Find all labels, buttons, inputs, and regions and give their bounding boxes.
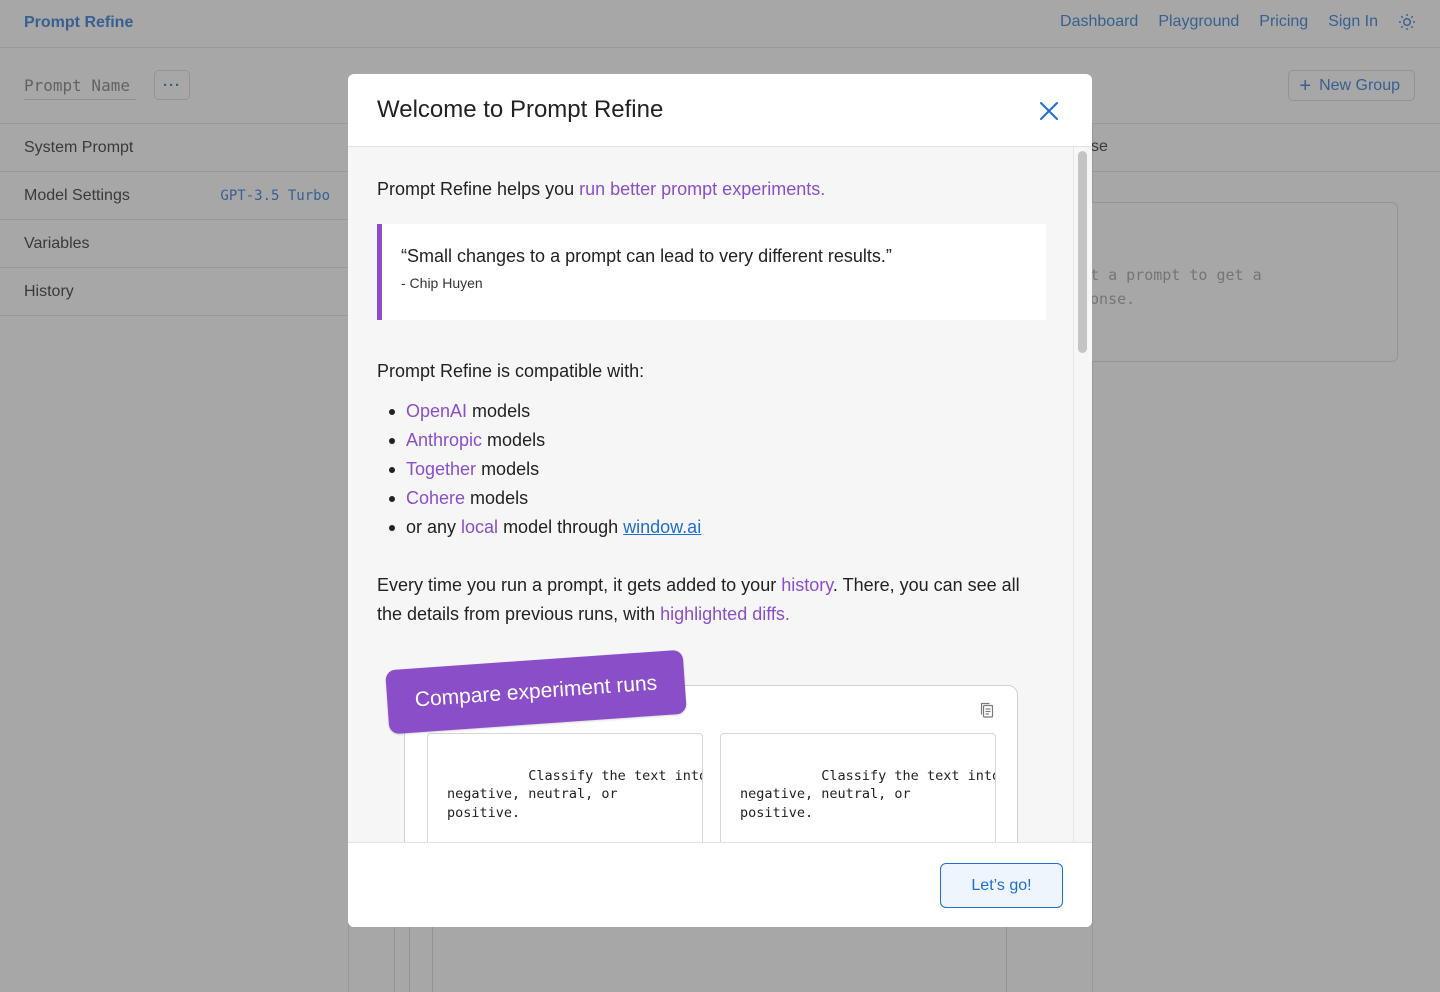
- modal-scrollbar[interactable]: [1073, 147, 1092, 842]
- provider-together[interactable]: Together: [406, 459, 476, 479]
- modal-body[interactable]: Prompt Refine helps you run better promp…: [348, 147, 1092, 842]
- close-button[interactable]: [1036, 98, 1062, 124]
- diff-panel-left: Classify the text into negative, neutral…: [427, 733, 703, 842]
- list-item: Cohere models: [377, 484, 701, 513]
- local-highlight[interactable]: local: [461, 517, 498, 537]
- diff-code-right: Classify the text into negative, neutral…: [740, 767, 995, 843]
- list-item-text: models: [467, 401, 531, 421]
- list-item-text: model through: [498, 517, 624, 537]
- modal-header: Welcome to Prompt Refine: [348, 74, 1092, 147]
- window-ai-link[interactable]: window.ai: [623, 517, 701, 537]
- list-item: Together models: [377, 455, 701, 484]
- compat-heading: Prompt Refine is compatible with:: [377, 361, 645, 381]
- provider-cohere[interactable]: Cohere: [406, 488, 465, 508]
- model-list: OpenAI models Anthropic models Together …: [377, 397, 701, 542]
- quote-text: “Small changes to a prompt can lead to v…: [401, 246, 892, 266]
- provider-openai[interactable]: OpenAI: [406, 401, 467, 421]
- close-icon: [1040, 102, 1058, 120]
- intro-text: Prompt Refine helps you run better promp…: [377, 179, 825, 200]
- history-paragraph: Every time you run a prompt, it gets add…: [377, 571, 1047, 629]
- list-item: OpenAI models: [377, 397, 701, 426]
- intro-prefix: Prompt Refine helps you: [377, 179, 580, 199]
- copy-icon[interactable]: [978, 701, 996, 719]
- modal-title: Welcome to Prompt Refine: [377, 96, 664, 123]
- intro-highlight: run better prompt experiments.: [579, 179, 826, 199]
- history-link[interactable]: history: [781, 575, 833, 595]
- lets-go-button[interactable]: Let’s go!: [940, 863, 1063, 908]
- scrollbar-thumb[interactable]: [1078, 151, 1087, 353]
- list-item-text: or any: [406, 517, 462, 537]
- modal-footer: Let’s go!: [348, 842, 1092, 927]
- history-text: Every time you run a prompt, it gets add…: [377, 575, 782, 595]
- provider-anthropic[interactable]: Anthropic: [406, 430, 482, 450]
- diff-code-left: Classify the text into negative, neutral…: [447, 767, 702, 843]
- quote-block: “Small changes to a prompt can lead to v…: [377, 224, 1046, 320]
- welcome-modal: Welcome to Prompt Refine Prompt Refine h…: [348, 74, 1092, 927]
- quote-author: - Chip Huyen: [401, 275, 483, 291]
- list-item: or any local model through window.ai: [377, 513, 701, 542]
- list-item-text: models: [476, 459, 540, 479]
- list-item-text: models: [482, 430, 546, 450]
- list-item-text: models: [465, 488, 529, 508]
- list-item: Anthropic models: [377, 426, 701, 455]
- highlighted-diffs-link[interactable]: highlighted diffs.: [660, 604, 790, 624]
- diff-panel-right: Classify the text into negative, neutral…: [720, 733, 996, 842]
